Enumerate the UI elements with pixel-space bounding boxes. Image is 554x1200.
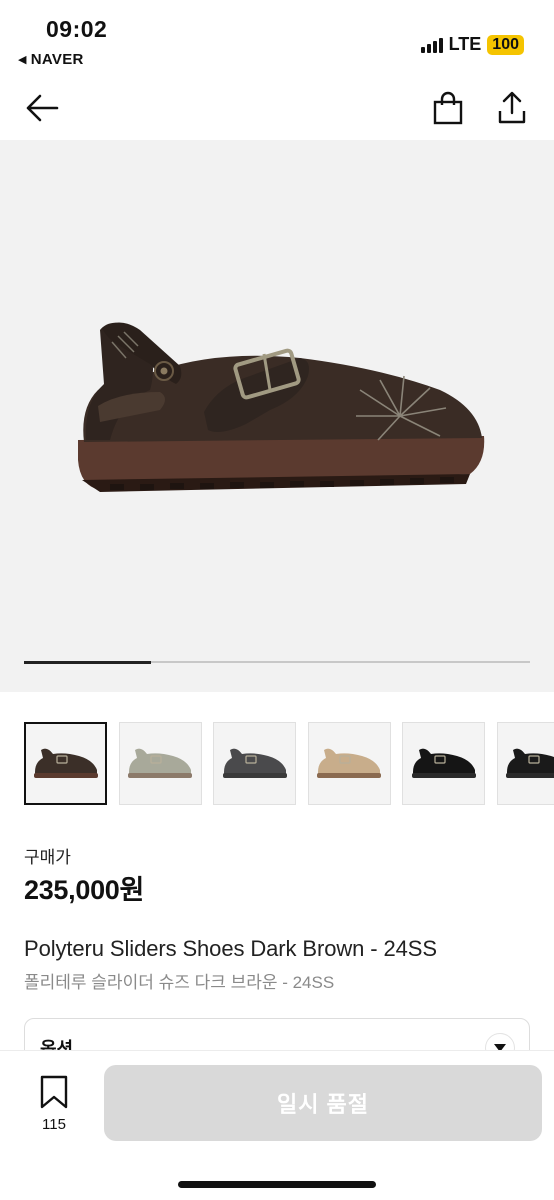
shopping-bag-button[interactable]: [428, 88, 468, 128]
back-app-label: NAVER: [30, 51, 84, 68]
share-button[interactable]: [492, 88, 532, 128]
thumbnail-shoe-icon: [506, 748, 554, 778]
thumbnail-2[interactable]: [118, 722, 202, 805]
thumbnail-3[interactable]: [213, 722, 296, 805]
product-title-en: Polyteru Sliders Shoes Dark Brown - 24SS: [24, 936, 437, 961]
home-indicator: [178, 1181, 376, 1188]
price-label: 구매가: [24, 848, 71, 867]
wishlist-count: 115: [42, 1116, 66, 1133]
shopping-bag-icon: [433, 91, 463, 125]
thumbnail-strip[interactable]: [24, 722, 554, 806]
battery-indicator: 100: [487, 34, 524, 55]
sold-out-button[interactable]: 일시 품절: [104, 1065, 542, 1141]
app-header: [0, 78, 554, 138]
thumbnail-shoe-icon: [128, 748, 192, 778]
product-price: 235,000원: [24, 875, 145, 905]
thumbnail-shoe-icon: [33, 748, 98, 778]
thumbnail-shoe-icon: [411, 748, 476, 778]
product-title-ko: 폴리테루 슬라이더 슈즈 다크 브라운 - 24SS: [24, 973, 335, 992]
thumbnail-4[interactable]: [307, 722, 391, 805]
bookmark-icon: [40, 1075, 68, 1109]
thumbnail-1[interactable]: [24, 722, 107, 805]
status-indicators: LTE 100: [420, 34, 524, 55]
arrow-left-icon: [26, 94, 59, 122]
network-type: LTE: [448, 34, 482, 54]
thumbnail-6[interactable]: [496, 722, 554, 805]
thumbnail-shoe-icon: [222, 748, 287, 778]
product-image-gallery[interactable]: [0, 140, 554, 692]
status-time: 09:02: [46, 16, 108, 42]
gallery-progress-track: [24, 660, 530, 664]
product-shoe-image: [78, 322, 485, 492]
gallery-progress-fill: [24, 660, 151, 664]
back-to-app-link[interactable]: ◀ NAVER: [18, 51, 84, 68]
thumbnail-5[interactable]: [402, 722, 485, 805]
thumbnail-shoe-icon: [317, 748, 381, 778]
signal-icon: [420, 37, 443, 53]
status-bar: 09:02 ◀ NAVER LTE 100: [0, 0, 554, 78]
wishlist-button[interactable]: 115: [34, 1075, 74, 1133]
share-icon: [498, 91, 526, 124]
back-triangle-icon: ◀: [18, 54, 27, 66]
back-button[interactable]: [22, 88, 62, 128]
bottom-action-bar: 115 일시 품절: [0, 1050, 554, 1200]
